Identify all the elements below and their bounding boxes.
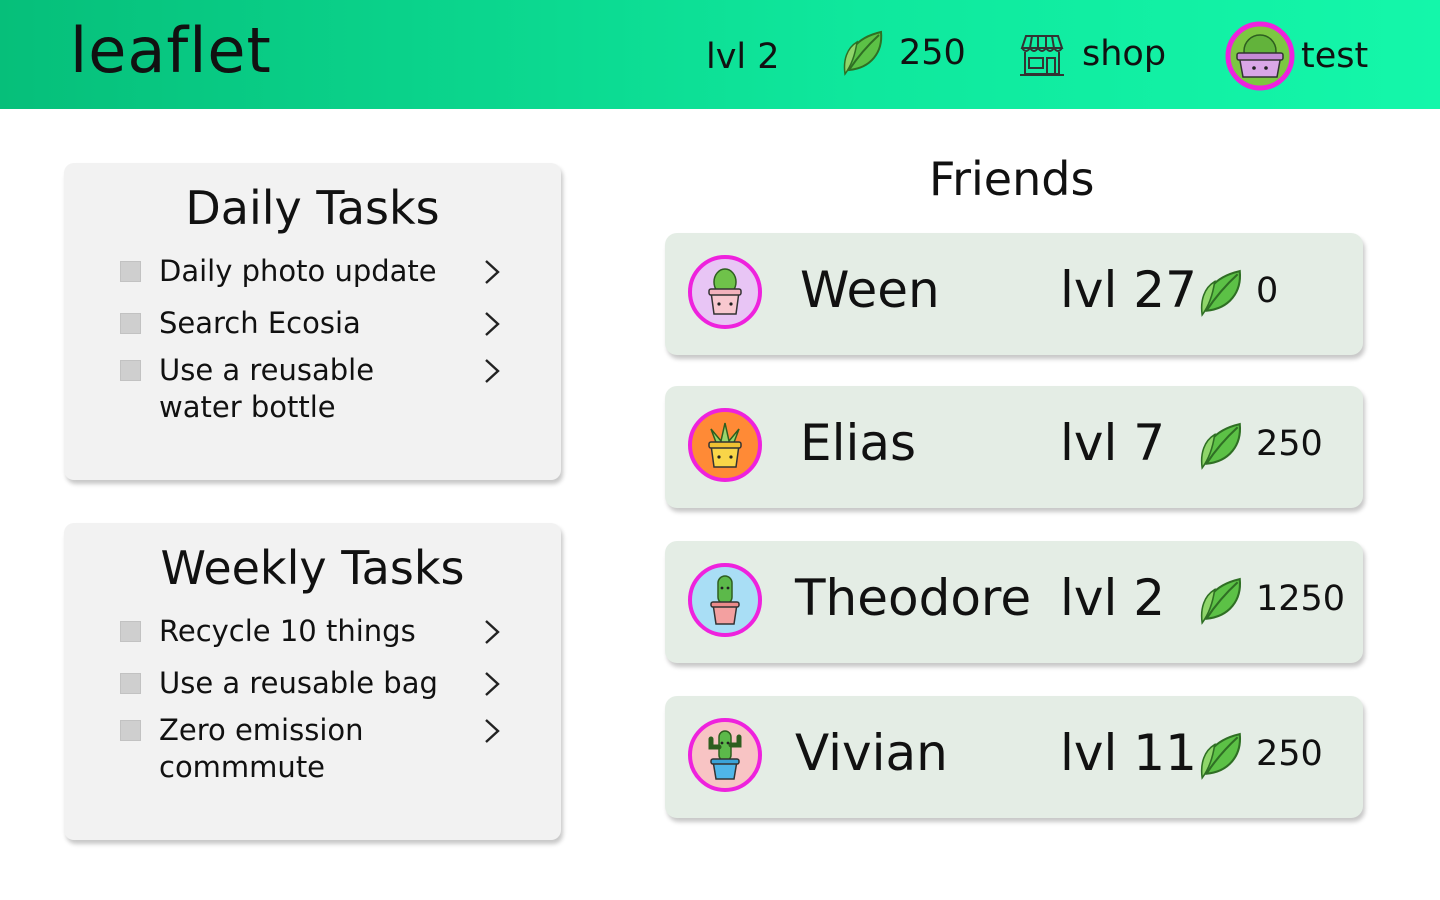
friend-points: 0 [1256,271,1279,311]
chevron-right-icon[interactable] [480,257,504,287]
task-checkbox[interactable] [120,261,141,282]
friend-avatar [688,563,762,637]
chevron-right-icon[interactable] [480,669,504,699]
friend-avatar [688,718,762,792]
task-checkbox[interactable] [120,621,141,642]
friend-level: lvl 27 [1060,261,1197,319]
friend-card[interactable]: Elias lvl 7 250 [665,386,1363,508]
user-points: 250 [843,30,966,76]
friend-card[interactable]: Vivian lvl 11 250 [665,696,1363,818]
username: test [1301,36,1369,76]
friend-name: Vivian [795,724,948,782]
weekly-tasks-title: Weekly Tasks [160,541,465,595]
friend-card[interactable]: Ween lvl 27 0 [665,233,1363,355]
shop-link[interactable]: shop [1018,30,1166,78]
top-bar: leaflet lvl 2 250 shop test [0,0,1440,109]
friend-card[interactable]: Theodore lvl 2 1250 [665,541,1363,663]
task-label: Recycle 10 things [159,614,416,648]
leaf-icon [1200,422,1241,470]
friend-avatar [688,255,762,329]
store-icon [1020,35,1064,76]
user-level: lvl 2 [706,37,780,77]
app-logo[interactable]: leaflet [70,14,272,87]
user-avatar [1225,21,1295,91]
task-checkbox[interactable] [120,360,141,381]
user-profile[interactable]: test [1225,21,1368,91]
friend-points: 1250 [1256,579,1346,619]
task-checkbox[interactable] [120,720,141,741]
task-label: Zero emission commmute [159,713,364,784]
weekly-tasks-panel: Weekly Tasks Recycle 10 things Use a reu… [64,523,561,840]
daily-tasks-title: Daily Tasks [185,181,440,235]
task-label: Search Ecosia [159,306,361,340]
chevron-right-icon[interactable] [480,716,504,746]
leaf-icon [1200,577,1241,625]
friend-points: 250 [1256,424,1323,464]
chevron-right-icon[interactable] [480,356,504,386]
shop-label: shop [1082,34,1167,74]
task-label: Use a reusable bag [159,666,438,700]
friend-level: lvl 2 [1060,569,1166,627]
daily-tasks-panel: Daily Tasks Daily photo update Search Ec… [64,163,561,480]
task-checkbox[interactable] [120,673,141,694]
friend-level: lvl 11 [1060,724,1197,782]
friend-name: Elias [800,414,917,472]
task-label: Daily photo update [159,254,437,288]
friend-name: Ween [800,261,940,319]
friend-level: lvl 7 [1060,414,1166,472]
chevron-right-icon[interactable] [480,617,504,647]
leaf-icon [1200,732,1241,780]
leaf-icon [1200,269,1241,317]
points-value: 250 [899,33,966,73]
task-checkbox[interactable] [120,313,141,334]
friends-title: Friends [929,152,1095,206]
friend-points: 250 [1256,734,1323,774]
leaf-icon [843,30,883,76]
chevron-right-icon[interactable] [480,309,504,339]
friend-avatar [688,408,762,482]
task-label: Use a reusable water bottle [159,353,375,424]
friend-name: Theodore [795,569,1032,627]
